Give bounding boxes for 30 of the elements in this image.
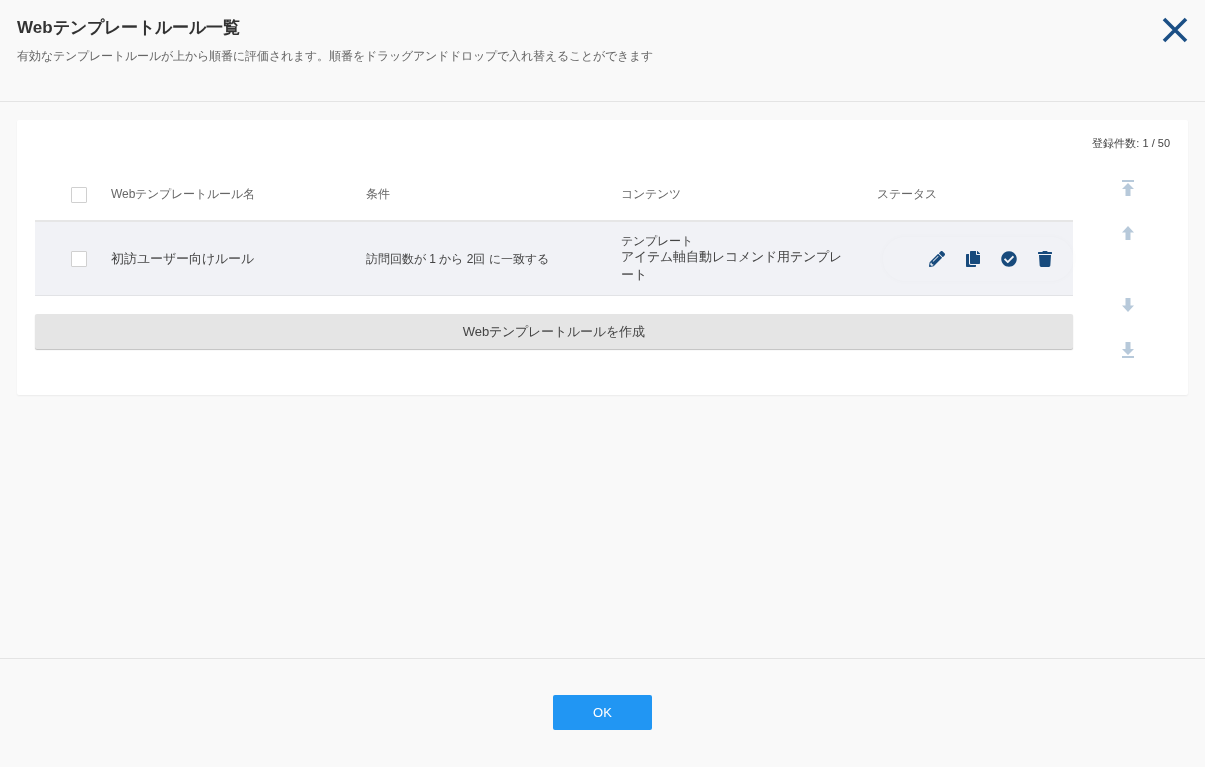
column-header: 条件: [366, 187, 391, 202]
checkbox[interactable]: [71, 186, 87, 203]
move-to-bottom-button[interactable]: [1119, 342, 1136, 358]
edit-button[interactable]: [927, 248, 947, 269]
arrow-up-to-bar-icon: [1119, 180, 1136, 196]
column-header: コンテンツ: [621, 187, 682, 202]
table-row[interactable]: 初訪ユーザー向けルール 訪問回数が 1 から 2回 に一致する テンプレート アイテム軸自動レコメンド用テンプレート: [35, 222, 1073, 296]
close-icon: [1162, 17, 1188, 43]
column-header: Webテンプレートルール名: [111, 187, 257, 202]
arrow-down-to-bar-icon: [1119, 342, 1136, 358]
dialog-description: 有効なテンプレートルールが上から順番に評価されます。順番をドラッグアンドドロップで入れ替えることができます: [17, 48, 653, 64]
rule-condition: 訪問回数が 1 から 2回 に一致する: [366, 250, 550, 267]
enable-button[interactable]: [999, 248, 1019, 269]
close-button[interactable]: [1162, 17, 1188, 43]
move-to-top-button[interactable]: [1119, 180, 1136, 196]
checkbox[interactable]: [71, 250, 87, 267]
record-count: 登録件数: 1 / 50: [1092, 136, 1170, 150]
content-name: アイテム軸自動レコメンド用テンプレート: [621, 247, 843, 284]
dialog-title: Webテンプレートルール一覧: [17, 17, 241, 39]
copy-button[interactable]: [963, 248, 983, 269]
create-rule-button[interactable]: Webテンプレートルールを作成: [35, 314, 1073, 349]
column-header: ステータス: [877, 187, 938, 202]
content-type-label: テンプレート: [621, 233, 693, 248]
arrow-up-icon: [1119, 225, 1136, 241]
move-up-button[interactable]: [1119, 225, 1136, 241]
rule-name: 初訪ユーザー向けルール: [111, 249, 255, 268]
pencil-icon: [929, 250, 945, 267]
delete-button[interactable]: [1035, 248, 1055, 269]
trash-icon: [1037, 250, 1053, 267]
copy-icon: [965, 250, 981, 267]
